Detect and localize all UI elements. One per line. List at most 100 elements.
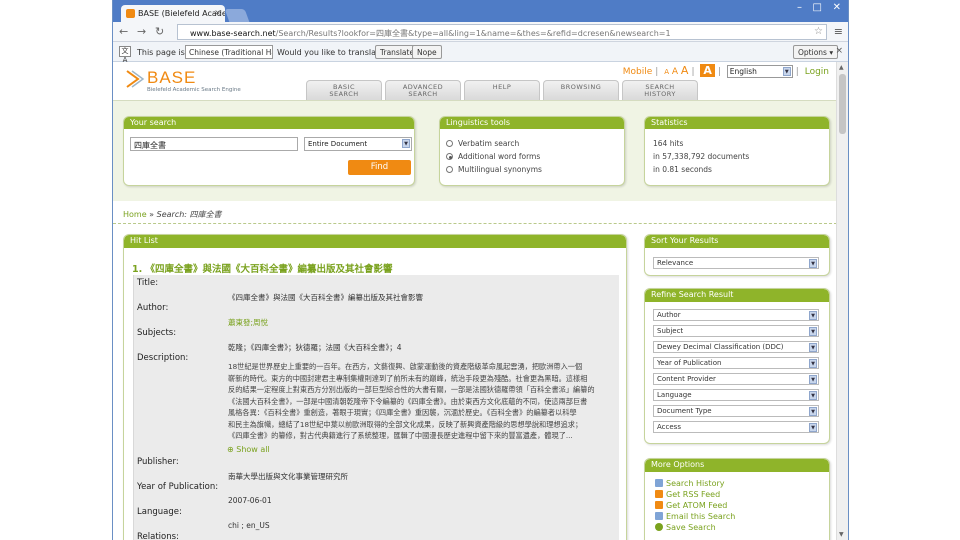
breadcrumb-home[interactable]: Home <box>123 210 147 219</box>
filter-access[interactable]: Access ▼ <box>653 421 819 433</box>
reload-icon[interactable]: ↻ <box>155 25 164 38</box>
address-bar[interactable]: www.base-search.net/Search/Results?lookf… <box>177 24 827 40</box>
font-size-large[interactable]: A <box>681 64 689 77</box>
value-subjects: 乾隆；《四庫全書》；狄德羅；法國《大百科全書》；4 <box>228 343 402 352</box>
value-year: 2007-06-01 <box>228 496 272 505</box>
top-links: Mobile | A A A | A | English ▼ | Login <box>622 64 829 78</box>
radio-label-verbatim: Verbatim search <box>458 139 520 148</box>
sort-heading: Sort Your Results <box>645 235 829 248</box>
page-scrollbar[interactable]: ▲ ▼ <box>836 62 848 540</box>
find-button[interactable]: Find <box>348 160 411 175</box>
filter-ddc[interactable]: Dewey Decimal Classification (DDC) ▼ <box>653 341 819 353</box>
base-logo-mark-icon <box>126 70 145 88</box>
scroll-up-icon[interactable]: ▲ <box>839 64 844 71</box>
history-icon <box>655 479 663 487</box>
logo-text: BASE <box>147 68 197 87</box>
label-year: Year of Publication: <box>137 482 219 492</box>
font-size-contrast[interactable]: A <box>700 64 715 77</box>
sort-box: Sort Your Results Relevance ▼ <box>644 234 830 276</box>
filter-author[interactable]: Author ▼ <box>653 309 819 321</box>
search-input[interactable]: 四庫全書 <box>130 137 298 151</box>
font-size-medium[interactable]: A <box>672 67 678 77</box>
search-scope-select[interactable]: Entire Document ▼ <box>304 137 412 151</box>
save-search-link[interactable]: Save Search <box>655 523 716 532</box>
minimize-icon[interactable]: – <box>797 2 802 13</box>
value-author[interactable]: 蕭東發;周悅 <box>228 317 268 328</box>
save-icon <box>655 523 663 531</box>
sort-select[interactable]: Relevance ▼ <box>653 257 819 269</box>
tab-strip: BASE (Bielefeld Academic S × – □ ✕ <box>113 0 848 22</box>
filter-year[interactable]: Year of Publication ▼ <box>653 357 819 369</box>
search-history-link[interactable]: Search History <box>655 479 725 488</box>
bookmark-star-icon[interactable]: ☆ <box>814 26 823 37</box>
statistics-box: Statistics 164 hits in 57,338,792 docume… <box>644 116 830 186</box>
font-size-small[interactable]: A <box>664 68 669 76</box>
rss-feed-link[interactable]: Get RSS Feed <box>655 490 720 499</box>
your-search-box: Your search 四庫全書 Entire Document ▼ Find <box>123 116 415 186</box>
tab-title: BASE (Bielefeld Academic S <box>138 9 225 18</box>
label-relations: Relations: <box>137 532 179 540</box>
show-all-link[interactable]: ⊕ Show all <box>227 445 270 454</box>
language-select[interactable]: English ▼ <box>726 65 793 78</box>
more-options-box: More Options Search History Get RSS Feed… <box>644 458 830 540</box>
login-link[interactable]: Login <box>805 67 829 77</box>
breadcrumb-search: Search: 四庫全書 <box>156 210 222 219</box>
label-title: Title: <box>137 278 159 288</box>
stat-time: in 0.81 seconds <box>653 165 712 174</box>
statistics-heading: Statistics <box>645 117 829 129</box>
rss-icon <box>655 490 663 498</box>
radio-verbatim[interactable] <box>446 140 453 147</box>
label-publisher: Publisher: <box>137 457 179 467</box>
result-title-link[interactable]: 1. 《四庫全書》與法國《大百科全書》編纂出版及其社會影響 <box>132 261 393 275</box>
browser-window: BASE (Bielefeld Academic S × – □ ✕ ← → ↻… <box>112 0 849 540</box>
maximize-icon[interactable]: □ <box>813 2 822 13</box>
tab-browsing[interactable]: BROWSING <box>543 80 619 100</box>
mobile-link[interactable]: Mobile <box>623 67 653 77</box>
refine-box: Refine Search Result Author ▼ Subject ▼ De… <box>644 288 830 444</box>
label-language: Language: <box>137 507 182 517</box>
stat-hits: 164 hits <box>653 139 684 148</box>
atom-feed-link[interactable]: Get ATOM Feed <box>655 501 727 510</box>
tab-advanced-search[interactable]: ADVANCED SEARCH <box>385 80 461 100</box>
filter-document-type[interactable]: Document Type ▼ <box>653 405 819 417</box>
tab-help[interactable]: HELP <box>464 80 540 100</box>
value-title: 《四庫全書》與法國《大百科全書》編纂出版及其社會影響 <box>228 293 423 302</box>
atom-icon <box>655 501 663 509</box>
url-host: www.base-search.net <box>190 29 276 38</box>
filter-language[interactable]: Language ▼ <box>653 389 819 401</box>
translate-options-button[interactable]: Options ▾ <box>793 45 839 59</box>
hit-list-heading: Hit List <box>124 235 626 248</box>
browser-tab[interactable]: BASE (Bielefeld Academic S × <box>121 5 225 22</box>
email-search-link[interactable]: Email this Search <box>655 512 735 521</box>
value-description: 18世紀是世界歷史上重要的一百年。在西方，文藝復興、啟蒙運動後的資產階級革命風起… <box>228 362 595 440</box>
filter-content-provider[interactable]: Content Provider ▼ <box>653 373 819 385</box>
base-logo[interactable]: BASE Bielefeld Academic Search Engine <box>121 64 251 98</box>
radio-multilingual[interactable] <box>446 166 453 173</box>
scroll-down-icon[interactable]: ▼ <box>839 531 844 538</box>
close-tab-icon[interactable]: × <box>214 8 221 17</box>
tab-search-history[interactable]: SEARCH HISTORY <box>622 80 698 100</box>
browser-menu-icon[interactable]: ≡ <box>834 25 843 38</box>
radio-label-multilingual: Multilingual synonyms <box>458 165 542 174</box>
linguistics-heading: Linguistics tools <box>440 117 624 129</box>
email-icon <box>655 512 663 520</box>
tab-basic-search[interactable]: BASIC SEARCH <box>306 80 382 100</box>
forward-icon[interactable]: → <box>137 25 146 38</box>
page-language-select[interactable]: Chinese (Traditional Han) ▾ <box>185 45 273 59</box>
back-icon[interactable]: ← <box>119 25 128 38</box>
nope-button[interactable]: Nope <box>412 45 442 59</box>
hit-list-box: Hit List 1. 《四庫全書》與法國《大百科全書》編纂出版及其社會影響 T… <box>123 234 627 540</box>
result-record: Title: 《四庫全書》與法國《大百科全書》編纂出版及其社會影響 Author… <box>133 275 619 540</box>
new-tab-button[interactable] <box>224 9 250 22</box>
close-translate-icon[interactable]: × <box>835 46 843 56</box>
logo-subtitle: Bielefeld Academic Search Engine <box>147 87 241 93</box>
radio-word-forms[interactable] <box>446 153 453 160</box>
more-options-heading: More Options <box>645 459 829 472</box>
your-search-heading: Your search <box>124 117 414 129</box>
filter-subject[interactable]: Subject ▼ <box>653 325 819 337</box>
linguistics-tools-box: Linguistics tools Verbatim search Additi… <box>439 116 625 186</box>
refine-heading: Refine Search Result <box>645 289 829 302</box>
scroll-thumb[interactable] <box>839 74 846 134</box>
close-window-icon[interactable]: ✕ <box>833 2 841 13</box>
value-publisher: 南華大學出版與文化事業管理研究所 <box>228 472 348 481</box>
